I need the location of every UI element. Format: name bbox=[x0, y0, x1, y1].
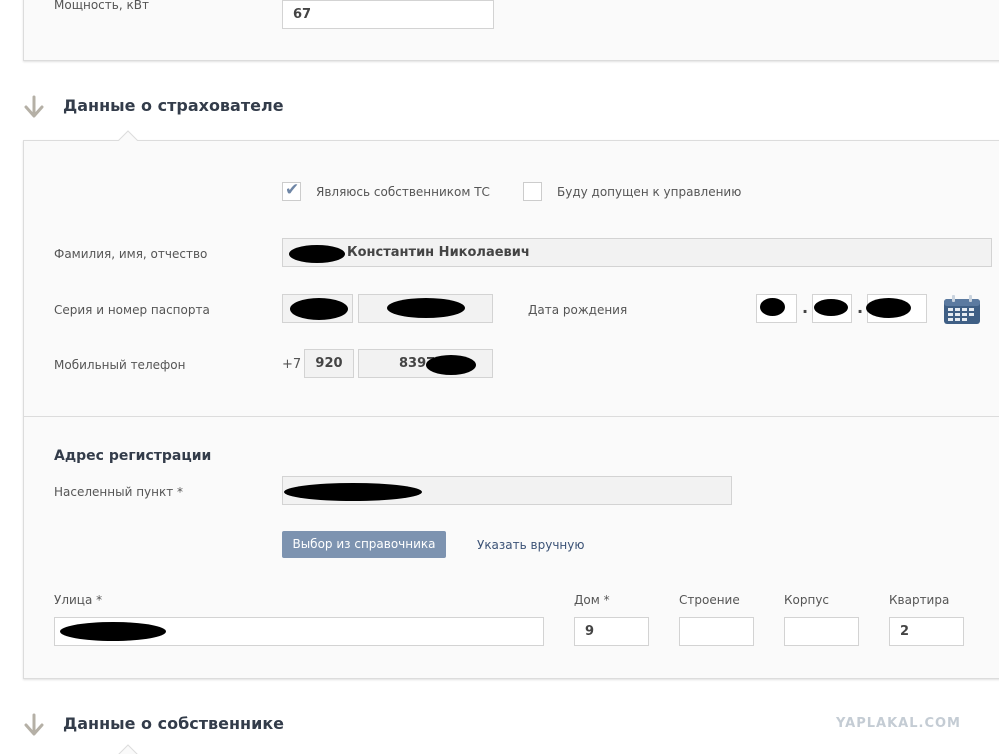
korpus-label: Корпус bbox=[784, 593, 830, 607]
apartment-input[interactable]: 2 bbox=[889, 617, 964, 646]
redaction-mark bbox=[290, 298, 348, 320]
arrow-down-icon bbox=[24, 713, 44, 736]
apartment-label: Квартира bbox=[889, 593, 950, 607]
will-drive-checkbox[interactable] bbox=[523, 182, 542, 201]
redaction-mark bbox=[866, 298, 911, 318]
date-separator: . bbox=[857, 298, 864, 317]
redaction-mark bbox=[284, 483, 422, 501]
building-label: Строение bbox=[679, 593, 740, 607]
arrow-down-icon bbox=[24, 95, 44, 118]
redaction-mark bbox=[60, 622, 166, 641]
fio-input: Константин Николаевич bbox=[282, 238, 992, 267]
street-label: Улица * bbox=[54, 593, 103, 607]
calendar-icon[interactable] bbox=[942, 293, 982, 325]
phone-prefix: +7 bbox=[282, 357, 302, 372]
building-input[interactable] bbox=[679, 617, 754, 646]
owner-section-title: Данные о собственнике bbox=[63, 714, 285, 733]
manual-entry-link[interactable]: Указать вручную bbox=[477, 538, 584, 552]
is-owner-label: Являюсь собственником ТС bbox=[316, 185, 490, 199]
directory-button[interactable]: Выбор из справочника bbox=[282, 531, 446, 558]
insurer-section-title: Данные о страхователе bbox=[63, 96, 284, 115]
phone-label: Мобильный телефон bbox=[54, 358, 186, 372]
redaction-mark bbox=[289, 245, 345, 263]
watermark: YAPLAKAL.COM bbox=[836, 716, 961, 731]
vehicle-card: Мощность, кВт 67 bbox=[23, 0, 999, 61]
section-pointer bbox=[118, 744, 138, 754]
section-pointer bbox=[118, 130, 138, 141]
korpus-input[interactable] bbox=[784, 617, 859, 646]
address-title: Адрес регистрации bbox=[54, 448, 212, 464]
will-drive-label: Буду допущен к управлению bbox=[557, 185, 742, 199]
locality-label: Населенный пункт * bbox=[54, 485, 184, 499]
insurer-card: ✔ Являюсь собственником ТС Буду допущен … bbox=[23, 140, 999, 679]
power-input[interactable]: 67 bbox=[282, 0, 494, 29]
redaction-mark bbox=[760, 298, 785, 316]
date-separator: . bbox=[802, 298, 809, 317]
phone-code-input: 920 bbox=[304, 349, 354, 378]
house-label: Дом * bbox=[574, 593, 610, 607]
redaction-mark bbox=[814, 299, 848, 316]
power-label: Мощность, кВт bbox=[54, 0, 149, 12]
redaction-mark bbox=[426, 355, 476, 375]
passport-label: Серия и номер паспорта bbox=[54, 303, 210, 317]
is-owner-checkbox[interactable]: ✔ bbox=[282, 180, 301, 201]
house-input[interactable]: 9 bbox=[574, 617, 649, 646]
section-divider bbox=[24, 416, 999, 417]
birth-date-label: Дата рождения bbox=[528, 303, 628, 317]
checkmark-icon: ✔ bbox=[285, 180, 300, 200]
fio-value: Константин Николаевич bbox=[347, 245, 530, 260]
fio-label: Фамилия, имя, отчество bbox=[54, 247, 208, 261]
redaction-mark bbox=[387, 298, 465, 318]
